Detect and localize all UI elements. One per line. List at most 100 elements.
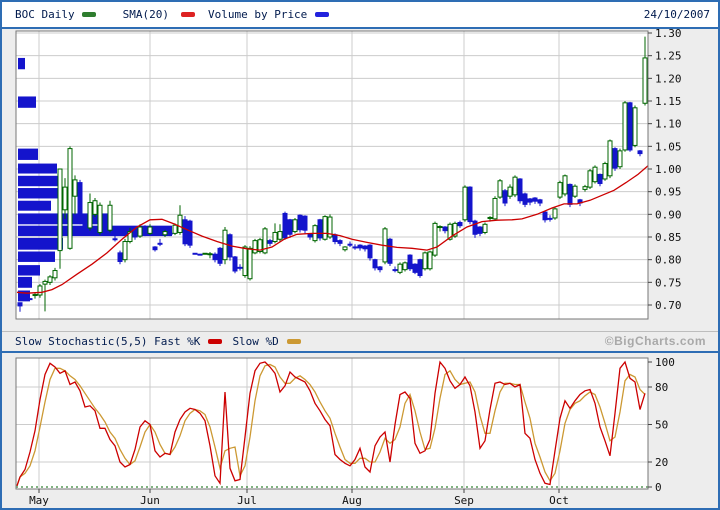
candle-body [188, 221, 192, 245]
candle-body [398, 264, 402, 272]
date-label: 24/10/2007 [644, 8, 710, 21]
candle-body [103, 219, 107, 234]
candle-body [478, 227, 482, 233]
candle-body [533, 198, 537, 201]
candle-body [503, 191, 507, 203]
candle-body [173, 225, 177, 233]
vbp-bar [18, 58, 25, 69]
candle-body [358, 245, 362, 248]
month-label: Jul [237, 494, 257, 507]
candle-body [138, 227, 142, 236]
candle-body [243, 247, 247, 276]
candle-body [153, 247, 157, 250]
candle-body [343, 247, 347, 250]
candle-body [553, 209, 557, 218]
candle-body [93, 201, 97, 215]
stoch-band-separator [2, 351, 718, 353]
candle-body [638, 151, 642, 154]
month-label: Aug [342, 494, 362, 507]
candle-body [623, 103, 627, 150]
stoch-tick-label: 80 [655, 381, 668, 394]
vbp-bar [18, 176, 60, 186]
price-tick-label: 1.15 [655, 95, 682, 108]
candle-body [428, 252, 432, 269]
candle-body [618, 151, 622, 167]
candle-body [518, 179, 522, 201]
price-tick-label: 1.25 [655, 50, 682, 63]
candle-body [378, 267, 382, 270]
candle-body [178, 215, 182, 232]
stoch-band-rule [2, 331, 718, 332]
candle-body [643, 58, 647, 103]
stoch-d-swatch [287, 339, 301, 344]
price-plot-bg [16, 31, 648, 319]
candle-body [273, 232, 277, 241]
candle-body [283, 213, 287, 237]
candle-body [318, 220, 322, 238]
stoch-tick-label: 20 [655, 456, 668, 469]
price-tick-label: 1.05 [655, 140, 682, 153]
month-label: Jun [140, 494, 160, 507]
candle-body [278, 232, 282, 240]
candle-body [303, 216, 307, 230]
candle-body [183, 220, 187, 244]
candle-body [213, 254, 217, 259]
sma-label: SMA(20) [123, 8, 169, 21]
vbp-bar [18, 265, 40, 275]
candle-body [308, 234, 312, 237]
candle-body [63, 187, 67, 210]
candle-body [68, 149, 72, 249]
candle-body [523, 194, 527, 204]
candle-body [323, 217, 327, 240]
stoch-k-swatch [208, 339, 222, 344]
candle-body [333, 235, 337, 242]
candle-body [418, 260, 422, 276]
candle-body [573, 186, 577, 196]
stoch-tick-label: 0 [655, 481, 662, 494]
candle-body [543, 212, 547, 220]
candle-body [83, 219, 87, 230]
candle-body [483, 224, 487, 232]
candle-body [293, 220, 297, 232]
candle-body [468, 187, 472, 221]
bigcharts-watermark: ©BigCharts.com [605, 334, 706, 348]
price-tick-label: 0.70 [655, 299, 682, 312]
candle-body [233, 257, 237, 271]
price-tick-label: 1.00 [655, 163, 682, 176]
candle-body [588, 171, 592, 187]
candle-body [368, 245, 372, 258]
vbp-bar [18, 188, 62, 198]
price-tick-label: 0.95 [655, 186, 682, 199]
price-tick-label: 0.90 [655, 208, 682, 221]
candle-body [513, 177, 517, 195]
vbp-swatch [315, 12, 329, 17]
candle-body [98, 205, 102, 232]
candle-body [58, 169, 62, 251]
stoch-d-label: Slow %D [232, 335, 278, 348]
candle-body [558, 183, 562, 198]
candle-body [268, 241, 272, 244]
candle-body [363, 246, 367, 249]
candle-body [508, 187, 512, 196]
candle-body [48, 277, 52, 282]
stoch-tick-label: 50 [655, 419, 668, 432]
candle-body [133, 232, 137, 237]
price-tick-label: 0.80 [655, 254, 682, 267]
candle-body [108, 205, 112, 230]
candle-body [608, 141, 612, 176]
vbp-bar [18, 238, 63, 250]
candle-body [88, 203, 92, 228]
candle-body [628, 103, 632, 150]
month-label: Sep [454, 494, 474, 507]
candle-body [458, 222, 462, 225]
vbp-bar [18, 164, 57, 174]
candle-body [43, 281, 47, 284]
candle-body [498, 181, 502, 197]
vbp-label: Volume by Price [208, 8, 307, 21]
vbp-bar [18, 149, 38, 160]
candle-body [298, 215, 302, 230]
candle-body [253, 241, 257, 253]
candle-body [563, 176, 567, 194]
price-tick-label: 1.20 [655, 72, 682, 85]
symbol-label: BOC Daily [15, 8, 75, 21]
